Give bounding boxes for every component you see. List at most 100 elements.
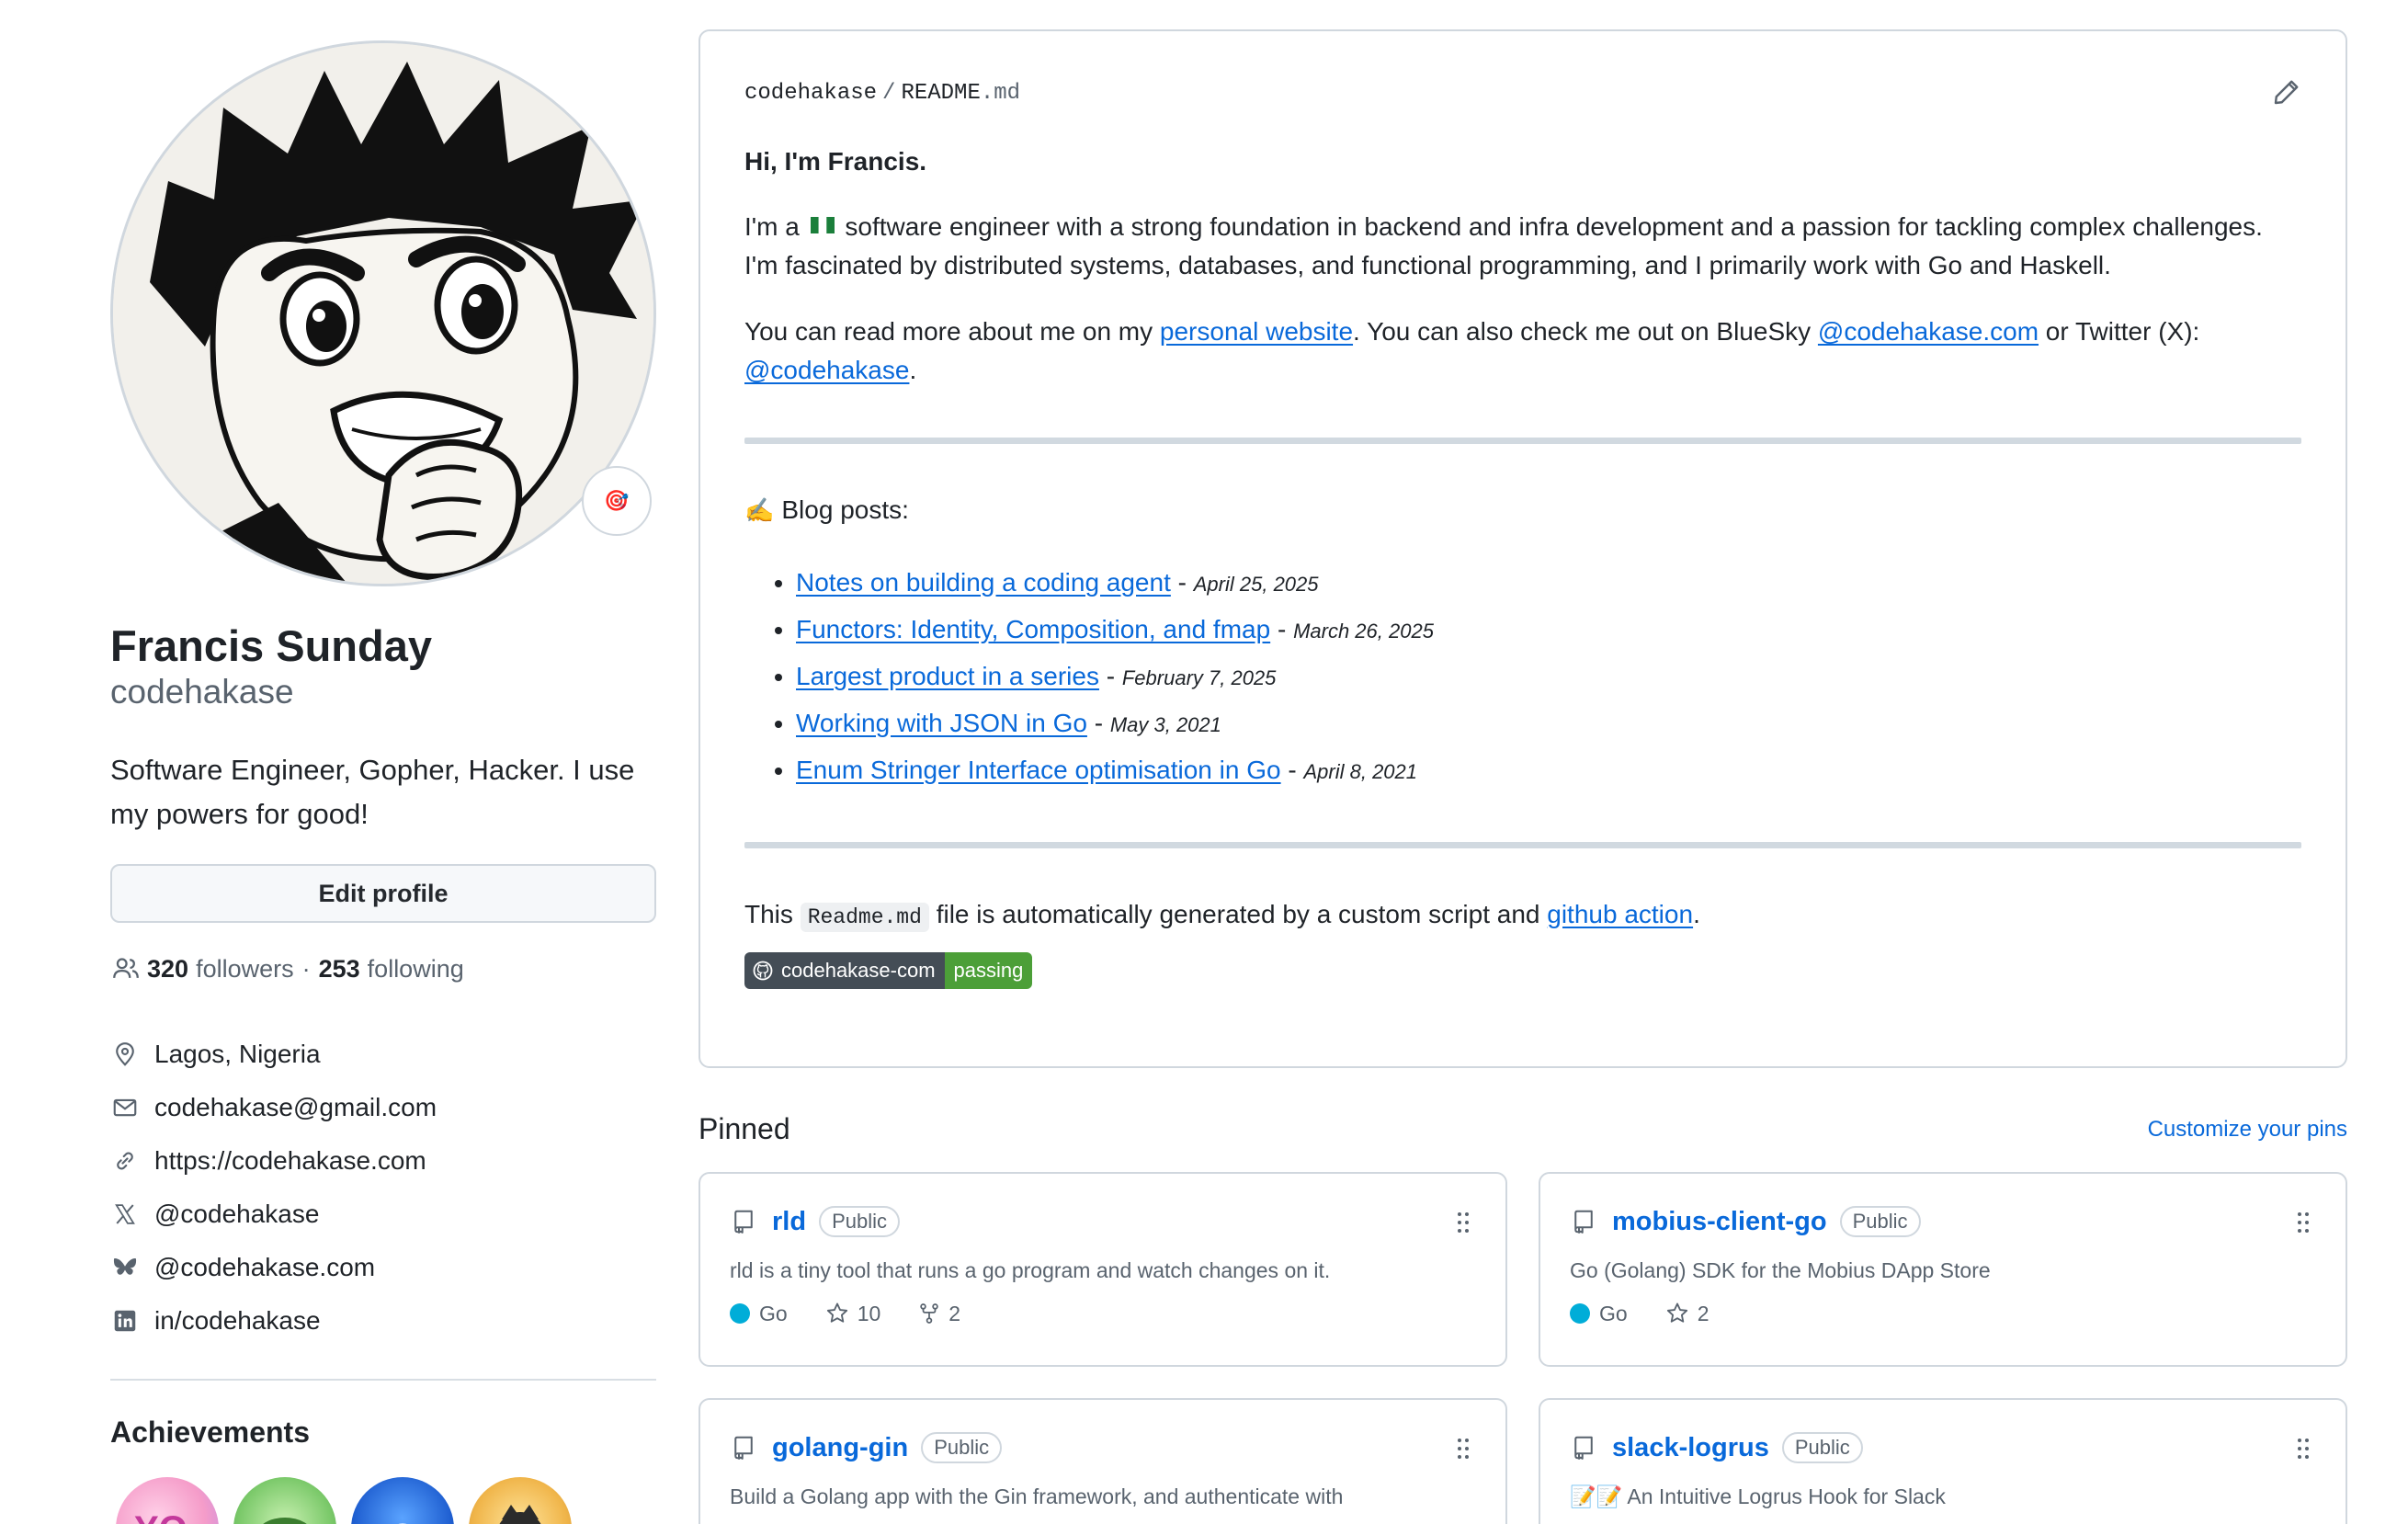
blog-post-item: Notes on building a coding agent - April…	[796, 560, 2301, 607]
readme-intro: I'm a software engineer with a strong fo…	[744, 208, 2301, 285]
pinned-title: Pinned	[699, 1112, 790, 1145]
status-emoji: 🎯	[604, 489, 630, 512]
blog-post-link[interactable]: Notes on building a coding agent	[796, 568, 1171, 597]
following-label: following	[367, 954, 464, 983]
link-icon	[110, 1146, 140, 1176]
stars-count: 2	[1697, 1301, 1709, 1325]
repo-icon	[734, 1210, 753, 1234]
avatar[interactable]	[110, 40, 656, 586]
detail-website: https://codehakase.com	[110, 1134, 656, 1188]
edit-readme-button[interactable]	[2270, 75, 2303, 108]
blog-post-date: March 26, 2025	[1293, 620, 1434, 643]
achievement-badge-starstruck[interactable]	[469, 1477, 572, 1524]
drag-grip-icon[interactable]	[1456, 1211, 1471, 1234]
visibility-badge: Public	[1839, 1206, 1921, 1237]
profile-sidebar: 🎯 Francis Sunday codehakase Software Eng…	[110, 40, 656, 1524]
repo-stars-link[interactable]: 2	[1664, 1301, 1709, 1326]
linkedin-link[interactable]: in/codehakase	[154, 1306, 321, 1336]
detail-location: Lagos, Nigeria	[110, 1028, 656, 1081]
website-link[interactable]: https://codehakase.com	[154, 1146, 426, 1176]
set-status-button[interactable]: 🎯	[582, 466, 652, 536]
location-text: Lagos, Nigeria	[154, 1040, 321, 1069]
edit-profile-button[interactable]: Edit profile	[110, 864, 656, 924]
pinned-repo-name[interactable]: slack-logrus	[1612, 1433, 1769, 1463]
personal-website-link[interactable]: personal website	[1160, 317, 1353, 346]
github-action-link[interactable]: github action	[1547, 900, 1693, 928]
readme-file-ext: .md	[980, 80, 1021, 106]
pinned-repo-description: Build a Golang app with the Gin framewor…	[730, 1484, 1344, 1508]
pinned-repo-description: 📝📝 An Intuitive Logrus Hook for Slack	[1570, 1484, 1946, 1508]
language-name: Go	[759, 1301, 788, 1325]
pinned-repo-header: mobius-client-go Public	[1570, 1203, 2316, 1240]
svg-text:YO: YO	[134, 1509, 187, 1524]
footer-text-c: .	[1693, 900, 1700, 928]
twitter-readme-link[interactable]: @codehakase	[744, 356, 909, 384]
post-dash: -	[1277, 615, 1287, 643]
repo-language: Go	[730, 1302, 788, 1326]
bluesky-link[interactable]: @codehakase.com	[154, 1253, 375, 1282]
blog-post-link[interactable]: Enum Stringer Interface optimisation in …	[796, 756, 1281, 784]
readme-more-about: You can read more about me on my persona…	[744, 313, 2301, 390]
followers-link[interactable]: 320 followers	[147, 955, 294, 984]
repo-stars-link[interactable]: 10	[824, 1301, 881, 1326]
forks-count: 2	[948, 1301, 961, 1325]
drag-grip-icon[interactable]	[1456, 1437, 1471, 1461]
post-dash: -	[1106, 662, 1116, 690]
readme-owner-link[interactable]: codehakase	[744, 81, 877, 106]
twitter-link[interactable]: @codehakase	[154, 1200, 319, 1229]
blog-post-item: Largest product in a series - February 7…	[796, 654, 2301, 700]
linkedin-icon	[110, 1306, 140, 1336]
achievements-title[interactable]: Achievements	[110, 1416, 656, 1450]
pinned-repo-name[interactable]: rld	[772, 1207, 806, 1237]
more-text-b: . You can also check me out on BlueSky	[1353, 317, 1812, 346]
repo-forks-link[interactable]: 2	[917, 1301, 960, 1326]
readme-file-link[interactable]: README.md	[901, 81, 1020, 106]
footer-text-b: file is automatically generated by a cus…	[936, 900, 1540, 928]
achievement-badge-pair-extraordinaire[interactable]	[233, 1477, 336, 1524]
readme-breadcrumb: codehakase / README.md	[744, 77, 2301, 108]
achievement-badges: YO	[110, 1477, 656, 1524]
detail-twitter: @codehakase	[110, 1188, 656, 1241]
ci-badge-status: passing	[944, 952, 1033, 989]
email-link[interactable]: codehakase@gmail.com	[154, 1093, 437, 1122]
pinned-header: Pinned Customize your pins	[699, 1112, 2347, 1146]
blog-post-date: April 8, 2021	[1303, 760, 1418, 783]
drag-grip-icon[interactable]	[2296, 1211, 2311, 1234]
pinned-repo-header: slack-logrus Public	[1570, 1429, 2316, 1466]
star-icon	[826, 1302, 847, 1323]
ci-badge-left: codehakase-com	[744, 952, 945, 989]
sidebar-divider	[110, 1379, 656, 1382]
detail-bluesky: @codehakase.com	[110, 1241, 656, 1294]
avatar-illustration	[113, 43, 653, 584]
more-text-c: or Twitter (X):	[2045, 317, 2200, 346]
people-icon	[113, 958, 139, 979]
github-icon	[753, 961, 773, 981]
followers-label: followers	[196, 954, 294, 983]
blog-post-date: February 7, 2025	[1121, 666, 1277, 689]
pinned-repo-name[interactable]: golang-gin	[772, 1433, 908, 1463]
follow-separator: ·	[301, 954, 311, 983]
mail-icon	[110, 1093, 140, 1122]
profile-bio: Software Engineer, Gopher, Hacker. I use…	[110, 754, 635, 831]
achievement-badge-pull-shark[interactable]	[351, 1477, 454, 1524]
fork-icon	[920, 1303, 939, 1324]
pinned-repo-card: mobius-client-go Public Go (Golang) SDK …	[1539, 1172, 2347, 1367]
blog-post-date: May 3, 2021	[1109, 713, 1221, 736]
achievement-badge-yolo[interactable]: YO	[116, 1477, 219, 1524]
pinned-repo-header: rld Public	[730, 1203, 1476, 1240]
following-link[interactable]: 253 following	[319, 955, 464, 984]
profile-username: codehakase	[110, 673, 294, 711]
customize-pins-link[interactable]: Customize your pins	[2148, 1117, 2347, 1143]
drag-grip-icon[interactable]	[2296, 1437, 2311, 1461]
language-color-dot	[730, 1303, 750, 1324]
ci-status-badge[interactable]: codehakase-com passing	[744, 952, 1033, 989]
blog-post-link[interactable]: Largest product in a series	[796, 662, 1099, 690]
bluesky-readme-link[interactable]: @codehakase.com	[1818, 317, 2039, 346]
blog-post-link[interactable]: Functors: Identity, Composition, and fma…	[796, 615, 1270, 643]
visibility-badge: Public	[1781, 1432, 1863, 1463]
pinned-repo-name[interactable]: mobius-client-go	[1612, 1207, 1827, 1237]
readme-greeting: Hi, I'm Francis.	[744, 147, 927, 176]
star-icon	[1666, 1302, 1687, 1323]
blog-post-link[interactable]: Working with JSON in Go	[796, 709, 1087, 737]
stars-count: 10	[857, 1301, 881, 1325]
